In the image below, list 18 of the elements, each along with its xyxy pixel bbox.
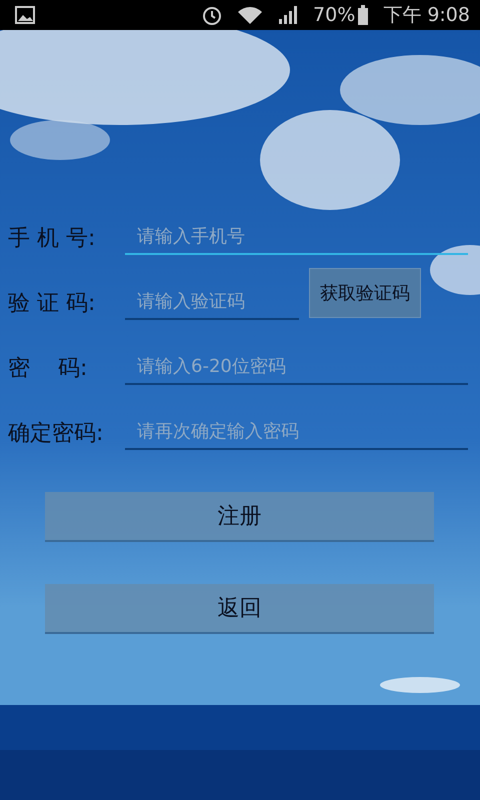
field-label: 确定密码: [8, 420, 104, 448]
field-label: 手 机 号: [8, 225, 96, 253]
input-field[interactable]: 请输入6-20位密码 [125, 352, 468, 385]
field-label: 验 证 码: [8, 290, 96, 318]
image-icon [14, 4, 36, 26]
input-field[interactable]: 请输入手机号 [125, 222, 468, 255]
input-field[interactable]: 请输入验证码 [125, 287, 299, 320]
back-button[interactable]: 返回 [45, 584, 434, 634]
signal-icon [277, 4, 300, 26]
alarm-icon [201, 4, 224, 26]
battery-level: 70% [313, 4, 356, 26]
field-label: 密 码: [8, 355, 88, 383]
battery-icon [357, 4, 370, 26]
input-field[interactable]: 请再次确定输入密码 [125, 417, 468, 450]
wifi-icon [237, 4, 264, 26]
clock: 下午 9:08 [383, 3, 470, 28]
get-code-button[interactable]: 获取验证码 [309, 268, 421, 318]
register-button[interactable]: 注册 [45, 492, 434, 542]
